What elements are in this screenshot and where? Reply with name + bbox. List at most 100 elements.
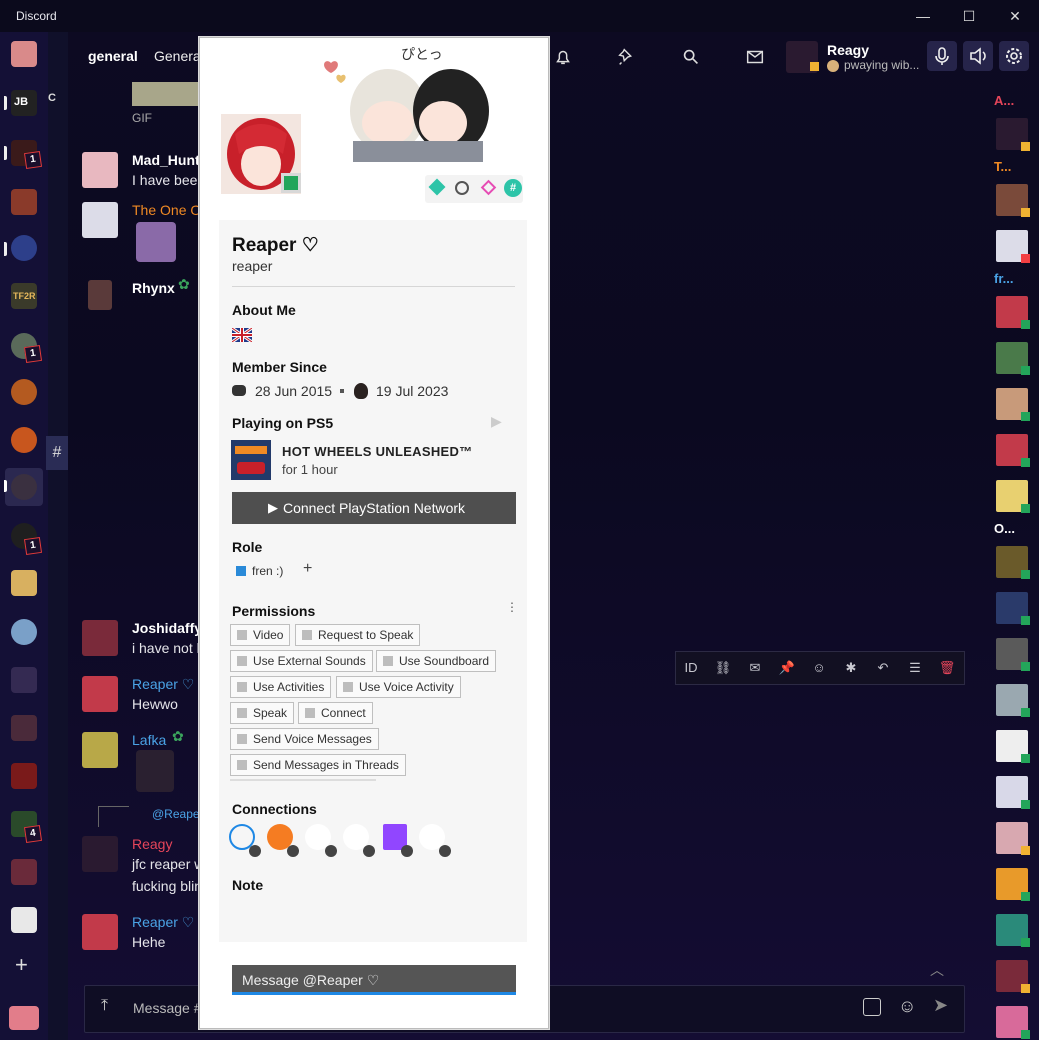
server-icon[interactable] — [11, 619, 37, 645]
server-icon[interactable] — [11, 570, 37, 596]
role-title: Role — [232, 539, 263, 555]
member-avatar[interactable] — [996, 868, 1030, 901]
member-avatar[interactable] — [996, 822, 1030, 855]
server-icon[interactable]: JB — [11, 90, 37, 116]
pin-icon[interactable]: 📌 — [778, 660, 796, 676]
connect-psn-button[interactable]: ▶ Connect PlayStation Network — [232, 492, 516, 524]
link-icon[interactable]: ⛓ — [714, 660, 732, 676]
more-options-icon[interactable]: ⋮ — [506, 600, 518, 614]
inbox-icon[interactable] — [744, 46, 766, 68]
mail-icon[interactable]: ✉ — [746, 660, 764, 676]
member-avatar[interactable] — [996, 480, 1030, 513]
emoji-icon[interactable]: ☺ — [898, 996, 916, 1017]
message-avatar[interactable] — [88, 280, 112, 310]
dm-message-input[interactable]: Message @Reaper ♡ — [232, 965, 516, 995]
scroll-up-icon[interactable]: ︿ — [930, 960, 944, 980]
nitro-gift-icon[interactable] — [9, 1006, 39, 1030]
server-icon[interactable] — [11, 715, 37, 741]
member-avatar[interactable] — [996, 730, 1030, 763]
message-author[interactable]: Reaper ♡ — [132, 914, 194, 931]
badge-icon[interactable] — [455, 181, 469, 195]
send-icon[interactable]: ➤ — [933, 995, 948, 1016]
member-avatar[interactable] — [996, 296, 1030, 329]
close-button[interactable]: ✕ — [1006, 7, 1024, 25]
channel-hash-icon[interactable]: # — [46, 436, 68, 470]
member-avatar[interactable] — [996, 342, 1030, 375]
microphone-button[interactable] — [927, 41, 957, 71]
message-avatar[interactable] — [82, 676, 118, 712]
reply-icon[interactable]: ↶ — [874, 660, 892, 676]
message-avatar[interactable] — [82, 732, 118, 768]
member-avatar[interactable] — [996, 592, 1030, 625]
member-avatar[interactable] — [996, 1006, 1030, 1039]
member-avatar[interactable] — [996, 230, 1030, 263]
message-text: fucking blin — [132, 878, 203, 894]
maximize-button[interactable]: ☐ — [960, 7, 978, 25]
message-avatar[interactable] — [82, 836, 118, 872]
server-icon[interactable]: TF2R — [11, 283, 37, 309]
sticker-icon[interactable] — [863, 998, 881, 1016]
add-role-button[interactable]: + — [303, 560, 312, 578]
message-text: i have not l — [132, 640, 200, 656]
trash-icon[interactable]: 🗑 — [938, 660, 956, 676]
member-avatar[interactable] — [996, 960, 1030, 993]
server-icon[interactable] — [11, 474, 37, 500]
member-avatar[interactable] — [996, 638, 1030, 671]
server-icon[interactable] — [11, 41, 37, 67]
message-avatar[interactable] — [82, 914, 118, 950]
badge-icon[interactable] — [480, 179, 497, 196]
server-icon[interactable] — [11, 667, 37, 693]
message-avatar[interactable] — [82, 620, 118, 656]
gif-label: GIF — [132, 111, 152, 125]
member-avatar[interactable] — [996, 546, 1030, 579]
upload-icon[interactable]: ⤒ — [101, 997, 108, 1015]
member-avatar[interactable] — [996, 684, 1030, 717]
badge-icon[interactable] — [428, 178, 446, 196]
pin-icon[interactable] — [616, 46, 638, 68]
server-icon[interactable] — [11, 907, 37, 933]
member-avatar[interactable] — [996, 118, 1030, 151]
member-avatar[interactable] — [996, 434, 1030, 467]
list-icon[interactable]: ☰ — [906, 660, 924, 676]
member-avatar[interactable] — [996, 776, 1030, 809]
member-avatar[interactable] — [996, 388, 1030, 421]
message-avatar[interactable] — [82, 202, 118, 238]
spark-icon[interactable]: ✱ — [842, 660, 860, 676]
member-since-title: Member Since — [232, 359, 327, 375]
online-status-icon — [1021, 570, 1030, 579]
message-author[interactable]: Reaper ♡ — [132, 676, 194, 693]
permission-tag: Connect — [298, 702, 373, 724]
user-panel[interactable]: Reagy pwaying wib... — [786, 40, 926, 74]
member-avatar[interactable] — [996, 184, 1030, 217]
message-author[interactable]: Reagy — [132, 836, 172, 852]
permission-tag: Send Messages in Threads — [230, 754, 406, 776]
message-actions-toolbar: ID ⛓ ✉ 📌 ☺ ✱ ↶ ☰ 🗑 — [675, 651, 965, 685]
message-author[interactable]: Rhynx — [132, 280, 175, 296]
settings-button[interactable] — [999, 41, 1029, 71]
copy-id-button[interactable]: ID — [682, 660, 700, 676]
gif-embed[interactable] — [132, 82, 200, 106]
message-author[interactable]: Joshidaffy — [132, 620, 202, 636]
message-avatar[interactable] — [82, 152, 118, 188]
server-icon[interactable] — [11, 235, 37, 261]
online-status-icon — [1021, 458, 1030, 467]
server-icon[interactable] — [11, 763, 37, 789]
note-input[interactable] — [230, 900, 516, 934]
badge-icon[interactable]: # — [504, 179, 522, 197]
server-icon[interactable] — [11, 379, 37, 405]
idle-status-icon — [1021, 984, 1030, 993]
search-icon[interactable] — [680, 46, 702, 68]
add-server-icon[interactable]: + — [15, 952, 28, 978]
reply-preview[interactable]: @Reape — [152, 807, 200, 821]
message-author[interactable]: Mad_Hunt — [132, 152, 200, 168]
minimize-button[interactable]: — — [914, 7, 932, 25]
message-author[interactable]: Lafka — [132, 732, 166, 748]
server-icon[interactable] — [11, 427, 37, 453]
server-icon[interactable] — [11, 859, 37, 885]
member-avatar[interactable] — [996, 914, 1030, 947]
emoji-icon[interactable]: ☺ — [810, 660, 828, 676]
server-icon[interactable] — [11, 189, 37, 215]
message-author[interactable]: The One O — [132, 202, 201, 218]
bell-icon[interactable] — [552, 46, 574, 68]
deafen-button[interactable] — [963, 41, 993, 71]
